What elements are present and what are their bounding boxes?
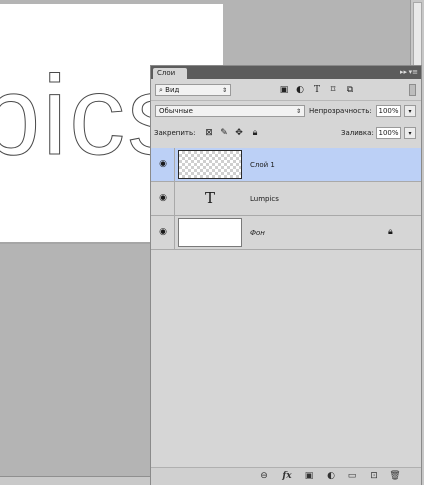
eye-icon: ◉ (159, 227, 167, 237)
layers-panel: Слои ▸▸ ▾≡ ⌕ Вид ⇕ ▣ ◐ T ⌑ ⧉ Обычные ⇕ Н… (150, 65, 422, 485)
adjustment-filter-icon[interactable]: ◐ (294, 84, 306, 96)
layer-thumbnail (178, 150, 242, 179)
layer-name[interactable]: Lumpics (250, 193, 279, 205)
search-icon: ⌕ (159, 86, 163, 94)
shape-filter-icon[interactable]: ⌑ (327, 84, 339, 96)
lock-all-icon[interactable]: 🔒︎ (249, 127, 261, 139)
layer-row[interactable]: ◉ T Lumpics (151, 182, 421, 216)
tab-layers[interactable]: Слои (153, 68, 187, 79)
lock-image-icon[interactable]: ✎ (218, 127, 230, 139)
separator (151, 100, 421, 101)
folder-icon[interactable]: ▭ (346, 471, 358, 482)
layer-thumbnail (178, 218, 242, 247)
panel-footer: ⊖ fx ▣ ◐ ▭ ⊡ 🗑︎ (151, 467, 421, 485)
fill-label: Заливка: (341, 129, 374, 137)
filter-row: ⌕ Вид ⇕ ▣ ◐ T ⌑ ⧉ (151, 82, 421, 99)
lock-position-icon[interactable]: ✥ (233, 127, 245, 139)
lock-transparent-icon[interactable]: ⊠ (203, 127, 215, 139)
visibility-toggle[interactable]: ◉ (151, 182, 175, 215)
layer-row[interactable]: ◉ Слой 1 (151, 148, 421, 182)
fill-dropdown-button[interactable]: ▾ (404, 127, 416, 139)
lock-label: Закрепить: (154, 129, 196, 137)
lock-icon: 🔒︎ (388, 227, 393, 237)
select-arrows-icon: ⇕ (295, 108, 301, 115)
filter-toggle[interactable] (409, 84, 416, 96)
blend-mode-value: Обычные (159, 107, 193, 115)
opacity-dropdown-button[interactable]: ▾ (404, 105, 416, 117)
link-icon[interactable]: ⊖ (258, 471, 270, 482)
visibility-toggle[interactable]: ◉ (151, 216, 175, 249)
blend-mode-select[interactable]: Обычные ⇕ (155, 105, 305, 117)
panel-menu-icon[interactable]: ▾≡ (409, 67, 418, 78)
fx-icon[interactable]: fx (281, 471, 293, 482)
smart-object-filter-icon[interactable]: ⧉ (344, 84, 356, 96)
layer-name[interactable]: Фон (250, 227, 265, 239)
opacity-label: Непрозрачность: (309, 107, 372, 115)
pixel-filter-icon[interactable]: ▣ (278, 84, 290, 96)
horizontal-scrollbar[interactable] (0, 477, 150, 485)
layer-name[interactable]: Слой 1 (250, 159, 275, 171)
layer-row[interactable]: ◉ Фон 🔒︎ (151, 216, 421, 250)
adjustment-icon[interactable]: ◐ (325, 471, 337, 482)
visibility-toggle[interactable]: ◉ (151, 148, 175, 181)
eye-icon: ◉ (159, 159, 167, 169)
new-layer-icon[interactable]: ⊡ (368, 471, 380, 482)
mask-icon[interactable]: ▣ (303, 471, 315, 482)
type-layer-icon: T (204, 189, 215, 207)
type-filter-icon[interactable]: T (311, 84, 323, 96)
layers-list: ◉ Слой 1 ◉ T Lumpics ◉ Фон 🔒︎ (151, 148, 421, 250)
fill-input[interactable]: 100% (376, 127, 401, 139)
panel-titlebar: Слои ▸▸ ▾≡ (151, 66, 421, 79)
opacity-input[interactable]: 100% (376, 105, 401, 117)
blend-row: Обычные ⇕ Непрозрачность: 100% ▾ (151, 103, 421, 119)
filter-type-value: Вид (165, 86, 180, 94)
trash-icon[interactable]: 🗑︎ (389, 471, 401, 482)
eye-icon: ◉ (159, 193, 167, 203)
lock-row: Закрепить: ⊠ ✎ ✥ 🔒︎ Заливка: 100% ▾ (151, 125, 421, 141)
double-arrow-right-icon[interactable]: ▸▸ (400, 67, 407, 78)
filter-type-select[interactable]: ⌕ Вид ⇕ (155, 84, 231, 96)
select-arrows-icon: ⇕ (221, 87, 227, 94)
